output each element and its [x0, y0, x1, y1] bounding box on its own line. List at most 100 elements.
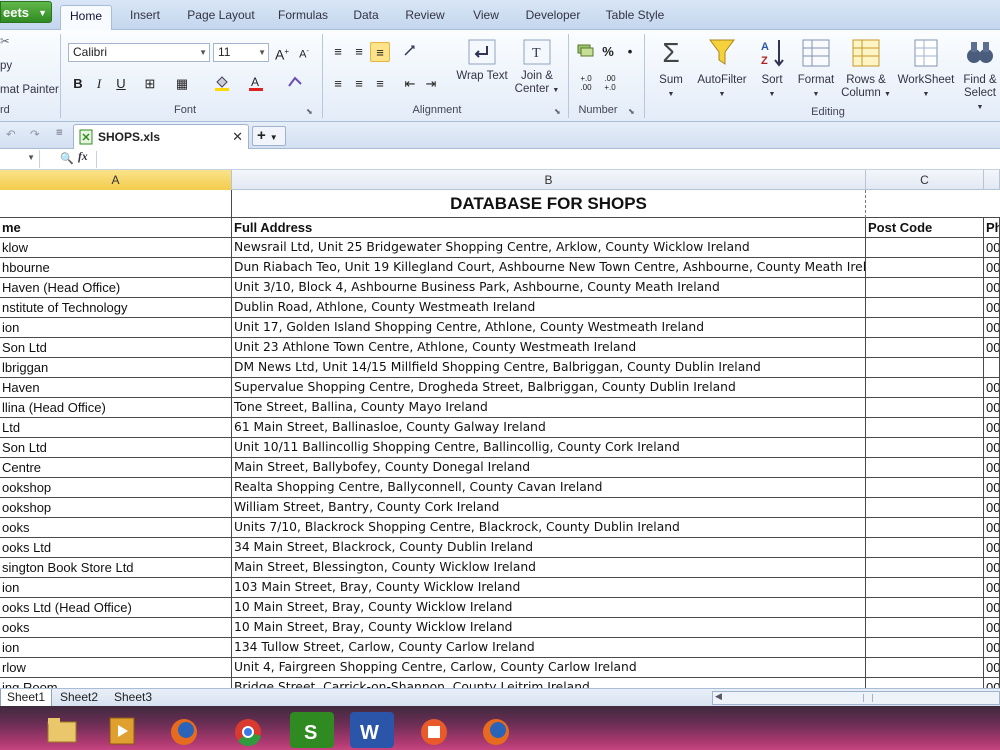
font-color-icon[interactable]: A [246, 74, 266, 94]
fx-icon[interactable]: fx [78, 151, 88, 163]
autofilter-button[interactable]: AutoFilter ▼ [694, 36, 750, 101]
cell-full-address[interactable]: Main Street, Blessington, County Wicklow… [232, 558, 866, 578]
sheet-tab-3[interactable]: Sheet3 [108, 689, 158, 707]
shrink-font-button[interactable]: A- [294, 42, 314, 62]
increase-decimal-button[interactable]: +.0 .00 [576, 74, 596, 94]
new-document-tab-button[interactable]: + ▼ [252, 126, 286, 146]
comma-format-button[interactable]: • [620, 42, 640, 62]
cell-phone[interactable]: 00 [984, 398, 1000, 418]
cell-full-address[interactable]: DM News Ltd, Unit 14/15 Millfield Shoppi… [232, 358, 866, 378]
cell-full-address[interactable]: Realta Shopping Centre, Ballyconnell, Co… [232, 478, 866, 498]
cell-phone[interactable]: 00 [984, 618, 1000, 638]
fill-format-icon[interactable]: ▦ [172, 74, 192, 94]
cell-full-address[interactable]: 61 Main Street, Ballinasloe, County Galw… [232, 418, 866, 438]
font-size-select[interactable]: 11 ▼ [213, 43, 269, 62]
cell-name[interactable]: ing Room [0, 678, 232, 688]
cell-post-code[interactable] [866, 398, 984, 418]
header-phone[interactable]: Ph [984, 218, 1000, 238]
cell-post-code[interactable] [866, 658, 984, 678]
writer-app-icon[interactable]: W [350, 712, 394, 748]
cell-phone[interactable]: 00 [984, 518, 1000, 538]
cell-phone[interactable]: 00 [984, 538, 1000, 558]
font-dialog-launcher-icon[interactable]: ⬊ [306, 107, 313, 116]
align-right-icon[interactable]: ≡ [370, 74, 390, 94]
cell-full-address[interactable]: Unit 3/10, Block 4, Ashbourne Business P… [232, 278, 866, 298]
copy-button[interactable]: py [0, 60, 12, 72]
spreadsheets-app-icon[interactable]: S [290, 712, 334, 748]
increase-indent-icon[interactable]: ⇥ [421, 74, 441, 94]
cell-name[interactable]: ion [0, 638, 232, 658]
cell-phone[interactable]: 00 [984, 338, 1000, 358]
cell-full-address[interactable]: Newsrail Ltd, Unit 25 Bridgewater Shoppi… [232, 238, 866, 258]
clear-format-icon[interactable] [286, 74, 306, 94]
worksheet-button[interactable]: WorkSheet ▼ [896, 36, 956, 101]
fill-color-icon[interactable] [212, 74, 232, 94]
cell-post-code[interactable] [866, 458, 984, 478]
worksheet-grid[interactable]: DATABASE FOR SHOPS me Full Address Post … [0, 190, 1000, 688]
cell-full-address[interactable]: Bridge Street, Carrick-on-Shannon, Count… [232, 678, 866, 688]
align-center-icon[interactable]: ≡ [349, 74, 369, 94]
cell-post-code[interactable] [866, 298, 984, 318]
italic-button[interactable]: I [89, 74, 109, 94]
app-menu-button[interactable]: eets ▼ [0, 1, 52, 23]
cell-full-address[interactable]: William Street, Bantry, County Cork Irel… [232, 498, 866, 518]
sheet-tab-2[interactable]: Sheet2 [54, 689, 104, 707]
cell-full-address[interactable]: Tone Street, Ballina, County Mayo Irelan… [232, 398, 866, 418]
cut-icon[interactable]: ✂ [0, 34, 10, 48]
cell-full-address[interactable]: 134 Tullow Street, Carlow, County Carlow… [232, 638, 866, 658]
cell-post-code[interactable] [866, 618, 984, 638]
sheet-title[interactable]: DATABASE FOR SHOPS [232, 190, 866, 218]
cell-post-code[interactable] [866, 438, 984, 458]
font-name-select[interactable]: Calibri ▼ [68, 43, 210, 62]
cell-full-address[interactable]: Unit 4, Fairgreen Shopping Centre, Carlo… [232, 658, 866, 678]
alignment-dialog-launcher-icon[interactable]: ⬊ [554, 107, 561, 116]
cell-name[interactable]: klow [0, 238, 232, 258]
name-box[interactable]: ▼ [0, 150, 40, 168]
tab-page-layout[interactable]: Page Layout [184, 5, 258, 30]
cell-name[interactable]: ion [0, 318, 232, 338]
cell-post-code[interactable] [866, 678, 984, 688]
cell-post-code[interactable] [866, 538, 984, 558]
cell-name[interactable]: ooks Ltd (Head Office) [0, 598, 232, 618]
cell-phone[interactable] [984, 358, 1000, 378]
cell-name[interactable]: ookshop [0, 498, 232, 518]
cell-full-address[interactable]: 10 Main Street, Bray, County Wicklow Ire… [232, 618, 866, 638]
cell-name[interactable]: ooks [0, 518, 232, 538]
number-dialog-launcher-icon[interactable]: ⬊ [628, 107, 635, 116]
cell-post-code[interactable] [866, 418, 984, 438]
cell-full-address[interactable]: Dun Riabach Teo, Unit 19 Killegland Cour… [232, 258, 866, 278]
horizontal-scrollbar[interactable]: ◀ [712, 691, 1000, 705]
cell-post-code[interactable] [866, 258, 984, 278]
firefox-icon[interactable] [162, 712, 206, 748]
cell-name[interactable]: nstitute of Technology [0, 298, 232, 318]
cell-full-address[interactable]: Unit 10/11 Ballincollig Shopping Centre,… [232, 438, 866, 458]
chrome-icon[interactable] [226, 712, 270, 748]
percent-format-button[interactable]: % [598, 42, 618, 62]
cell-full-address[interactable]: Supervalue Shopping Centre, Drogheda Str… [232, 378, 866, 398]
cell-name[interactable]: ion [0, 578, 232, 598]
column-header-c[interactable]: C [866, 170, 984, 190]
borders-icon[interactable]: ⊞ [140, 74, 160, 94]
column-header-d[interactable] [984, 170, 1000, 190]
cell-phone[interactable]: 00 [984, 578, 1000, 598]
undo-icon[interactable]: ↶ [6, 127, 16, 141]
cell-phone[interactable]: 00 [984, 258, 1000, 278]
cell-name[interactable]: ooks [0, 618, 232, 638]
cell-name[interactable]: lbriggan [0, 358, 232, 378]
scroll-grip[interactable] [863, 694, 873, 702]
cell-phone[interactable]: 00 [984, 418, 1000, 438]
sheet-tab-1[interactable]: Sheet1 [0, 689, 53, 707]
tab-data[interactable]: Data [348, 5, 384, 30]
underline-button[interactable]: U [111, 74, 131, 94]
cell-post-code[interactable] [866, 598, 984, 618]
cell-full-address[interactable]: Main Street, Ballybofey, County Donegal … [232, 458, 866, 478]
format-button[interactable]: Format ▼ [794, 36, 838, 101]
cell-full-address[interactable]: 10 Main Street, Bray, County Wicklow Ire… [232, 598, 866, 618]
cell-post-code[interactable] [866, 518, 984, 538]
cell-full-address[interactable]: 103 Main Street, Bray, County Wicklow Ir… [232, 578, 866, 598]
cell-name[interactable]: Son Ltd [0, 338, 232, 358]
cell-post-code[interactable] [866, 278, 984, 298]
cell-phone[interactable]: 00 [984, 658, 1000, 678]
file-explorer-icon[interactable] [40, 712, 84, 748]
cell-phone[interactable]: 00 [984, 238, 1000, 258]
